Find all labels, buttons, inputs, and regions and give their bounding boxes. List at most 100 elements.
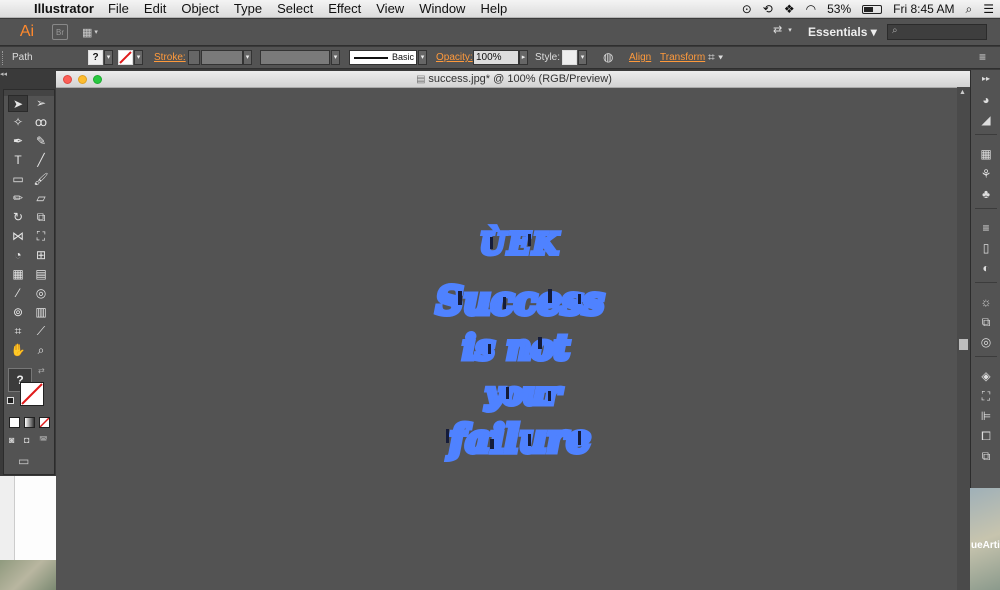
menu-window[interactable]: Window <box>419 1 465 16</box>
stroke-weight-stepper[interactable] <box>188 50 200 65</box>
none-mode-button[interactable] <box>39 417 50 428</box>
stroke-dropdown[interactable]: ▾ <box>134 50 143 65</box>
brush-dropdown[interactable]: ▾ <box>418 50 427 65</box>
search-input[interactable]: ⌕ <box>887 24 987 40</box>
swatches-panel-icon[interactable]: ▦ <box>978 146 994 162</box>
symbols-panel-icon[interactable]: ♣ <box>978 186 994 202</box>
menu-edit[interactable]: Edit <box>144 1 166 16</box>
stroke-weight-dropdown[interactable]: ▾ <box>243 50 252 65</box>
creative-cloud-icon[interactable]: ⊙ <box>742 2 752 16</box>
sync-icon[interactable]: ⟲ <box>763 2 773 16</box>
eraser-tool-icon[interactable]: ▱ <box>31 190 51 207</box>
dropbox-icon[interactable]: ❖ <box>784 2 795 16</box>
control-bar-grip[interactable] <box>2 51 5 65</box>
paintbrush-tool-icon[interactable]: 🖌 <box>31 171 51 188</box>
symbol-sprayer-tool-icon[interactable]: ⊚ <box>8 304 28 321</box>
app-menu[interactable]: Illustrator <box>34 1 94 16</box>
brush-definition[interactable]: Basic <box>349 50 417 65</box>
battery-icon[interactable] <box>862 4 883 14</box>
draw-behind-icon[interactable]: ◘ <box>24 435 29 445</box>
stroke-label[interactable]: Stroke: <box>154 52 186 63</box>
recolor-artwork-icon[interactable]: ◍ <box>603 50 613 64</box>
stroke-panel-icon[interactable]: ≡ <box>978 220 994 236</box>
graphic-style-swatch[interactable] <box>562 50 577 65</box>
column-graph-tool-icon[interactable]: ▥ <box>31 304 51 321</box>
align-panel-link[interactable]: Align <box>629 52 651 63</box>
gradient-tool-icon[interactable]: ▤ <box>31 266 51 283</box>
image-trace-panel-icon[interactable]: ◎ <box>978 334 994 350</box>
opacity-label[interactable]: Opacity: <box>436 52 473 63</box>
artboards-panel-icon[interactable]: ⛶ <box>978 388 994 404</box>
brushes-panel-icon[interactable]: ⚘ <box>978 166 994 182</box>
expand-panels-icon[interactable]: ▸▸ <box>978 71 994 87</box>
type-tool-icon[interactable]: T <box>8 152 28 169</box>
selection-tool-icon[interactable]: ➤ <box>8 95 28 112</box>
artboard-canvas[interactable]: ÙEK Success is not your failure <box>56 89 972 590</box>
zoom-tool-icon[interactable]: ⌕ <box>31 342 51 359</box>
width-tool-icon[interactable]: ⋈ <box>8 228 28 245</box>
free-transform-tool-icon[interactable]: ⛶ <box>31 228 51 245</box>
graphic-style-dropdown[interactable]: ▾ <box>578 50 587 65</box>
scrollbar-thumb[interactable] <box>959 339 968 350</box>
control-panel-menu-icon[interactable]: ≡ <box>979 50 986 64</box>
spotlight-icon[interactable]: ⌕ <box>966 2 973 17</box>
clock[interactable]: Fri 8:45 AM <box>893 2 954 16</box>
minimize-window-button[interactable] <box>78 75 87 84</box>
stroke-swatch[interactable] <box>118 50 133 65</box>
pen-tool-icon[interactable]: ✒ <box>8 133 28 150</box>
rotate-tool-icon[interactable]: ↻ <box>8 209 28 226</box>
eyedropper-tool-icon[interactable]: ⁄ <box>8 285 28 302</box>
opacity-input[interactable]: 100% <box>473 50 519 65</box>
align-panel-icon[interactable]: ⊫ <box>978 408 994 424</box>
arrange-documents-icon[interactable]: ▦ ▾ <box>82 24 108 40</box>
color-mode-button[interactable] <box>9 417 20 428</box>
line-tool-icon[interactable]: ╱ <box>31 152 51 169</box>
transform-panel-link[interactable]: Transform <box>660 52 705 63</box>
magic-wand-tool-icon[interactable]: ✧ <box>8 114 28 131</box>
swap-fill-stroke-icon[interactable]: ⇄ <box>38 366 45 375</box>
menu-file[interactable]: File <box>108 1 129 16</box>
color-panel-icon[interactable]: ◕ <box>978 92 994 108</box>
close-window-button[interactable] <box>63 75 72 84</box>
workspace-switcher[interactable]: Essentials ▾ <box>808 25 877 39</box>
default-fill-stroke-icon[interactable] <box>7 397 14 404</box>
pathfinder-panel-icon[interactable]: ⧠ <box>978 428 994 444</box>
menu-effect[interactable]: Effect <box>328 1 361 16</box>
draw-normal-icon[interactable]: ◙ <box>9 435 14 445</box>
rectangle-tool-icon[interactable]: ▭ <box>8 171 28 188</box>
menu-type[interactable]: Type <box>234 1 262 16</box>
pencil-tool-icon[interactable]: ✏ <box>8 190 28 207</box>
layers-panel-icon[interactable]: ◈ <box>978 368 994 384</box>
transform-panel-icon[interactable]: ⧉ <box>978 448 994 464</box>
wifi-icon[interactable]: ◠ <box>806 2 816 16</box>
gradient-mode-button[interactable] <box>24 417 35 428</box>
sync-settings-icon[interactable]: ⇄ ▾ <box>773 23 792 36</box>
fill-swatch[interactable]: ? <box>88 50 103 65</box>
artboard-tool-icon[interactable]: ⌗ <box>8 323 28 340</box>
menu-object[interactable]: Object <box>181 1 219 16</box>
appearance-panel-icon[interactable]: ☼ <box>978 294 994 310</box>
bridge-button[interactable]: Br <box>52 24 68 40</box>
hand-tool-icon[interactable]: ✋ <box>8 342 28 359</box>
screen-mode-icon[interactable]: ▭ <box>18 454 29 468</box>
curvature-tool-icon[interactable]: ✎ <box>31 133 51 150</box>
scale-tool-icon[interactable]: ⧉ <box>31 209 51 226</box>
fill-dropdown[interactable]: ▾ <box>104 50 113 65</box>
shape-builder-tool-icon[interactable]: ◔ <box>8 247 28 264</box>
variable-width-dropdown[interactable]: ▾ <box>331 50 340 65</box>
document-tab[interactable]: ▤ success.jpg* @ 100% (RGB/Preview) <box>56 71 972 88</box>
maximize-window-button[interactable] <box>93 75 102 84</box>
direct-selection-tool-icon[interactable]: ➢ <box>31 95 51 112</box>
menu-view[interactable]: View <box>376 1 404 16</box>
menu-select[interactable]: Select <box>277 1 313 16</box>
color-guide-icon[interactable]: ◢ <box>978 112 994 128</box>
transparency-panel-icon[interactable]: ◐ <box>978 260 994 276</box>
mesh-tool-icon[interactable]: ▦ <box>8 266 28 283</box>
stroke-weight-input[interactable] <box>201 50 243 65</box>
stroke-box[interactable] <box>20 382 44 406</box>
menu-help[interactable]: Help <box>480 1 507 16</box>
draw-inside-icon[interactable]: ◚ <box>39 435 48 446</box>
lettering-artwork[interactable]: ÙEK Success is not your failure <box>428 219 613 469</box>
blend-tool-icon[interactable]: ◎ <box>31 285 51 302</box>
notification-center-icon[interactable]: ☰ <box>983 2 994 16</box>
